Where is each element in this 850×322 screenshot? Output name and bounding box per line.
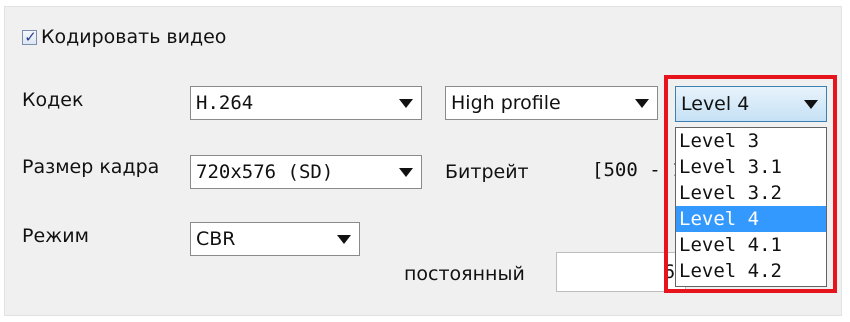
- frame-size-select-value: 720x576 (SD): [196, 161, 334, 183]
- level-option[interactable]: Level 4: [676, 206, 826, 232]
- level-dropdown-list[interactable]: Level 3 Level 3.1 Level 3.2 Level 4 Level 4.…: [675, 127, 827, 287]
- codec-label: Кодек: [22, 89, 84, 111]
- checkmark-icon: ✓: [24, 28, 37, 46]
- profile-select[interactable]: High profile: [445, 86, 658, 120]
- level-select[interactable]: Level 4: [675, 86, 827, 122]
- level-select-value: Level 4: [681, 93, 750, 115]
- encode-video-label: Кодировать видео: [41, 26, 227, 48]
- bitrate-range-text: [500 - 1: [592, 159, 684, 181]
- level-option[interactable]: Level 3.1: [676, 154, 826, 180]
- profile-select-value: High profile: [451, 92, 561, 114]
- constant-bitrate-input[interactable]: 6: [556, 252, 686, 292]
- constant-bitrate-value: 6: [662, 261, 675, 283]
- chevron-down-icon: [804, 100, 818, 109]
- frame-size-label: Размер кадра: [22, 156, 160, 178]
- level-option[interactable]: Level 4.2: [676, 258, 826, 284]
- codec-select-value: H.264: [196, 92, 254, 114]
- chevron-down-icon: [399, 99, 413, 108]
- chevron-down-icon: [337, 235, 351, 244]
- chevron-down-icon: [399, 168, 413, 177]
- level-option[interactable]: Level 3.2: [676, 180, 826, 206]
- chevron-down-icon: [635, 99, 649, 108]
- mode-select[interactable]: CBR: [190, 222, 360, 256]
- level-option[interactable]: Level 3: [676, 128, 826, 154]
- bitrate-label: Битрейт: [445, 161, 529, 183]
- codec-select[interactable]: H.264: [190, 86, 422, 120]
- level-option[interactable]: Level 4.1: [676, 232, 826, 258]
- frame-size-select[interactable]: 720x576 (SD): [190, 155, 422, 189]
- mode-select-value: CBR: [196, 228, 236, 250]
- constant-label: постоянный: [404, 263, 525, 285]
- encode-video-checkbox[interactable]: ✓: [22, 28, 37, 46]
- mode-label: Режим: [22, 225, 89, 247]
